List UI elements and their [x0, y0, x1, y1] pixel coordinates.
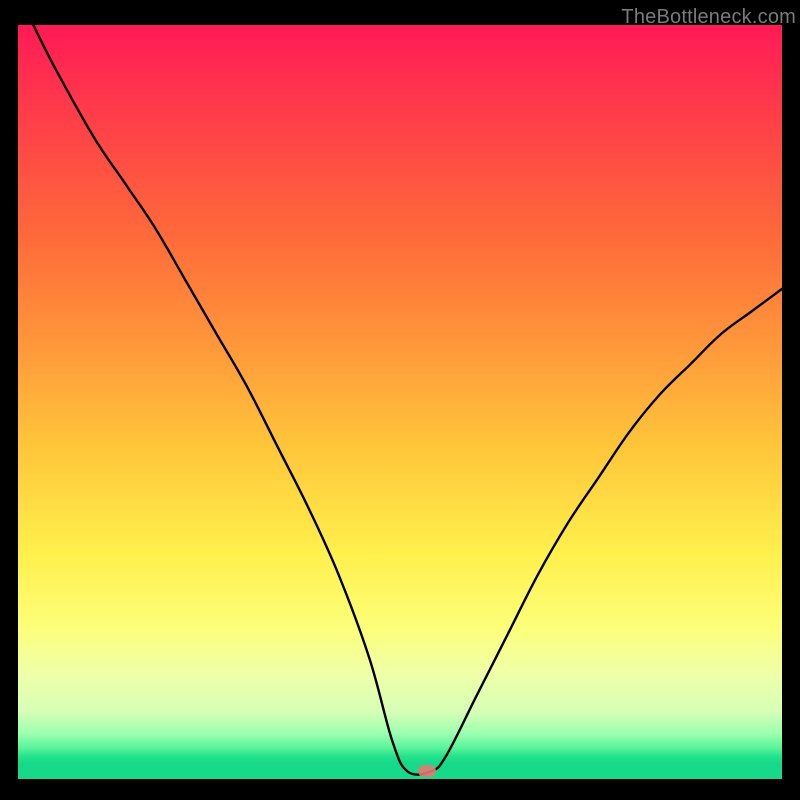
optimal-point-marker — [418, 765, 436, 777]
plot-area — [18, 25, 782, 779]
chart-frame: TheBottleneck.com — [0, 0, 800, 800]
curve-svg — [18, 25, 782, 779]
bottleneck-curve — [33, 25, 782, 775]
